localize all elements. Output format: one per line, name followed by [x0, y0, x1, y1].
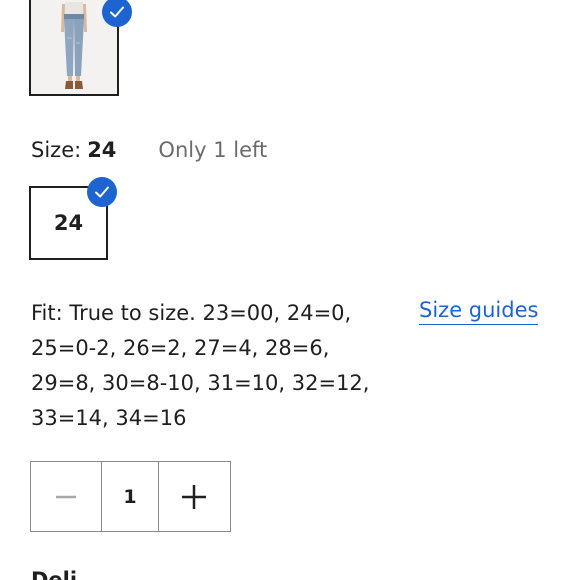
increment-button[interactable]: [159, 462, 229, 531]
swatch-checkmark-icon: [102, 0, 132, 27]
size-checkmark-icon: [87, 177, 117, 207]
size-header: Size: 24 Only 1 left: [31, 138, 267, 162]
delivery-section-heading: Deli: [31, 568, 78, 580]
size-guides-link[interactable]: Size guides: [419, 298, 539, 325]
fit-line: 29=8, 30=8-10, 31=10, 32=12,: [31, 371, 370, 395]
fit-description: Fit: True to size. 23=00, 24=0, 25=0-2, …: [31, 296, 391, 436]
quantity-value[interactable]: 1: [101, 462, 159, 531]
product-options-panel: Size: 24 Only 1 left 24 Fit: True to siz…: [0, 0, 580, 580]
minus-icon: [56, 495, 76, 498]
fit-line: Fit: True to size. 23=00, 24=0,: [31, 301, 352, 325]
decrement-button[interactable]: [31, 462, 101, 531]
size-label: Size:: [31, 138, 82, 162]
plus-icon: [182, 484, 206, 509]
fit-line: 25=0-2, 26=2, 27=4, 28=6,: [31, 336, 330, 360]
quantity-stepper: 1: [30, 461, 231, 532]
selected-size-value: 24: [87, 138, 117, 162]
fit-line: 33=14, 34=16: [31, 406, 187, 430]
stock-status: Only 1 left: [158, 138, 268, 162]
